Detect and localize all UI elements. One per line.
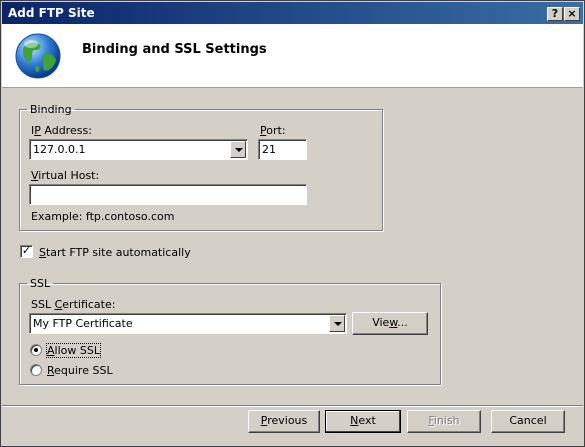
- binding-legend: Binding: [30, 103, 72, 116]
- globe-icon: [15, 33, 61, 79]
- ssl-certificate-value: My FTP Certificate: [33, 317, 133, 330]
- autostart-checkbox[interactable]: ✓: [20, 245, 33, 258]
- cancel-button[interactable]: Cancel: [491, 410, 565, 433]
- autostart-label[interactable]: Start FTP site automatically: [39, 246, 191, 259]
- next-button[interactable]: Next: [325, 410, 401, 433]
- ip-address-dropdown[interactable]: 127.0.0.1: [29, 139, 248, 160]
- port-value: 21: [262, 143, 276, 156]
- example-text: Example: ftp.contoso.com: [31, 210, 175, 223]
- chevron-down-icon[interactable]: [230, 141, 246, 158]
- footer-separator-highlight: [2, 406, 583, 407]
- finish-button[interactable]: Finish: [407, 410, 481, 433]
- previous-button[interactable]: Previous: [248, 410, 320, 433]
- title-bar[interactable]: Add FTP Site ? ×: [2, 2, 583, 24]
- ssl-certificate-label: SSL Certificate:: [31, 298, 116, 311]
- wizard-header: Binding and SSL Settings: [2, 24, 583, 88]
- close-button[interactable]: ×: [564, 7, 580, 21]
- chevron-down-icon[interactable]: [329, 315, 345, 332]
- allow-ssl-radio[interactable]: [30, 344, 42, 356]
- ip-address-label: IP Address:: [31, 124, 92, 137]
- port-label: Port:: [260, 124, 286, 137]
- port-input[interactable]: 21: [258, 139, 307, 160]
- ssl-certificate-dropdown[interactable]: My FTP Certificate: [29, 313, 347, 334]
- page-title: Binding and SSL Settings: [82, 42, 267, 57]
- ssl-legend: SSL: [30, 277, 51, 290]
- add-ftp-site-dialog: Add FTP Site ? × Binding and SSL Setting…: [0, 0, 585, 447]
- help-button[interactable]: ?: [547, 7, 563, 21]
- require-ssl-label[interactable]: Require SSL: [47, 364, 113, 377]
- require-ssl-radio[interactable]: [30, 364, 42, 376]
- virtual-host-label: Virtual Host:: [31, 169, 100, 182]
- ip-address-value: 127.0.0.1: [33, 143, 86, 156]
- allow-ssl-label[interactable]: Allow SSL: [46, 343, 101, 358]
- view-certificate-button[interactable]: View...: [352, 312, 428, 335]
- window-title: Add FTP Site: [8, 6, 95, 20]
- virtual-host-input[interactable]: [29, 184, 307, 205]
